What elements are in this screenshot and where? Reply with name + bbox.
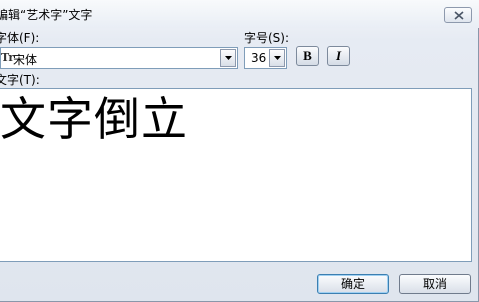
close-icon xyxy=(454,11,464,20)
text-input-area[interactable]: 文字倒立 xyxy=(0,88,472,262)
dialog-title: 编辑“艺术字”文字 xyxy=(0,8,93,22)
title-bar: 编辑“艺术字”文字 xyxy=(0,0,479,28)
chevron-down-icon xyxy=(274,56,281,60)
text-label: 文字(T): xyxy=(0,73,40,87)
font-dropdown-button[interactable] xyxy=(220,49,236,67)
italic-button[interactable]: I xyxy=(327,46,350,66)
chevron-down-icon xyxy=(225,56,232,60)
size-value: 36 xyxy=(251,51,267,65)
close-button[interactable] xyxy=(444,7,472,23)
size-dropdown-button[interactable] xyxy=(269,49,285,67)
edit-wordart-dialog: 编辑“艺术字”文字 字体(F): 字号(S): Tr 宋体 36 B I 文字(… xyxy=(0,0,479,302)
bold-button[interactable]: B xyxy=(296,46,319,66)
wordart-text: 文字倒立 xyxy=(0,92,188,146)
font-select[interactable]: Tr 宋体 xyxy=(0,47,238,69)
cancel-button[interactable]: 取消 xyxy=(399,274,471,294)
ok-button[interactable]: 确定 xyxy=(317,274,389,294)
size-select[interactable]: 36 xyxy=(244,47,287,69)
font-label: 字体(F): xyxy=(0,31,40,45)
font-value: 宋体 xyxy=(13,53,38,67)
size-label: 字号(S): xyxy=(244,31,290,45)
